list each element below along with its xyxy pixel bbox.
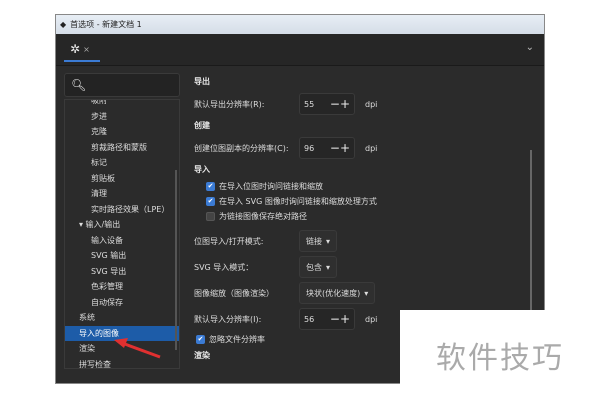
watermark: 软件技巧 [400, 310, 600, 400]
